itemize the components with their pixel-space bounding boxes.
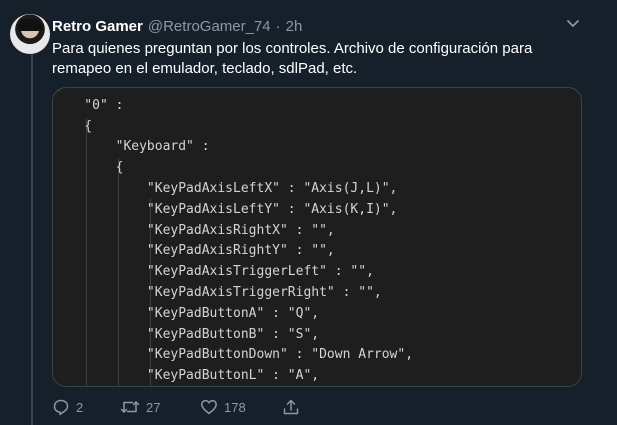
avatar[interactable] [10, 14, 50, 54]
reply-count: 2 [76, 399, 84, 415]
share-icon [283, 399, 299, 415]
user-handle[interactable]: @RetroGamer_74 [148, 18, 271, 35]
code-line: "KeyPadAxisTriggerLeft" : "", [53, 264, 374, 280]
share-button[interactable] [282, 398, 300, 416]
code-line: "KeyPadAxisTriggerRight" : "", [53, 284, 382, 300]
chevron-down-icon [567, 20, 579, 27]
retweet-icon [120, 401, 140, 413]
code-line: "KeyPadAxisLeftY" : "Axis(K,I)", [53, 201, 398, 217]
reply-icon [53, 399, 69, 416]
code-line: "KeyPadButtonA" : "Q", [53, 305, 320, 321]
like-button[interactable]: 178 [200, 398, 246, 416]
code-line: "KeyPadAxisRightY" : "", [53, 243, 335, 259]
display-name[interactable]: Retro Gamer [52, 18, 143, 35]
code-line: "KeyPadButtonL" : "A", [53, 368, 320, 384]
tweet-text: Para quienes preguntan por los controles… [52, 40, 533, 77]
reply-button[interactable]: 2 [52, 398, 83, 416]
tweet-media-image[interactable]: { "0" : { "Keyboard" : { "KeyPadAxisLeft… [52, 87, 582, 387]
tweet-header: Retro Gamer @RetroGamer_74 · 2h [52, 16, 577, 36]
tweet-actions: 2 27 178 [52, 398, 352, 418]
code-line: "0" : [53, 97, 124, 113]
code-line: "Keyboard" : [53, 139, 210, 155]
code-block: { "0" : { "Keyboard" : { "KeyPadAxisLeft… [53, 88, 581, 386]
heart-icon [201, 399, 217, 415]
avatar-hat-shape [17, 19, 43, 31]
code-line: { [53, 88, 581, 96]
code-line: "KeyPadButtonDown" : "Down Arrow", [53, 347, 414, 363]
like-count: 178 [224, 399, 246, 415]
separator-dot: · [275, 17, 281, 35]
code-line: { [53, 160, 124, 176]
code-line: "KeyPadButtonB" : "S", [53, 326, 320, 342]
retweet-button[interactable]: 27 [120, 398, 160, 416]
timestamp[interactable]: 2h [286, 18, 303, 35]
retweet-count: 27 [146, 399, 161, 415]
code-line: "KeyPadAxisRightX" : "", [53, 222, 335, 238]
code-line: "KeyPadAxisLeftX" : "Axis(J,L)", [53, 180, 398, 196]
code-line: { [53, 118, 93, 134]
tweet-menu-button[interactable] [563, 15, 583, 33]
thread-line [31, 45, 33, 425]
